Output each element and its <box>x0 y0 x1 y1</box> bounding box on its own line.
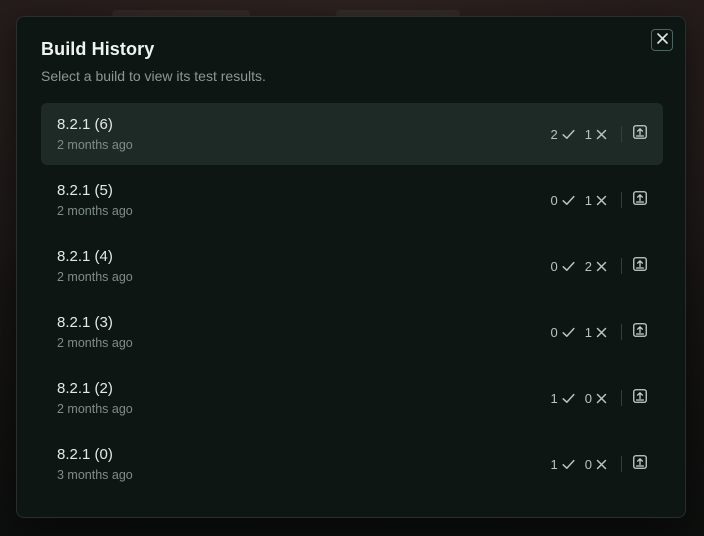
upload-box-icon <box>633 256 647 276</box>
passed-count: 1 <box>551 391 575 406</box>
build-time: 3 months ago <box>57 468 133 482</box>
open-build-button[interactable] <box>633 454 647 474</box>
build-stats: 1 0 <box>551 433 647 495</box>
passed-number: 0 <box>550 324 558 340</box>
build-stats: 2 1 <box>551 103 647 165</box>
failed-number: 0 <box>584 456 592 472</box>
build-name: 8.2.1 (5) <box>57 182 113 199</box>
build-name: 8.2.1 (6) <box>57 116 113 133</box>
passed-number: 2 <box>550 126 558 142</box>
open-build-button[interactable] <box>633 124 647 144</box>
passed-count: 1 <box>551 457 575 472</box>
passed-number: 0 <box>550 258 558 274</box>
build-time: 2 months ago <box>57 138 133 152</box>
failed-count: 1 <box>585 325 607 340</box>
x-icon <box>596 327 607 338</box>
build-stats: 0 1 <box>551 169 647 231</box>
dialog-subtitle: Select a build to view its test results. <box>41 68 266 84</box>
x-icon <box>596 261 607 272</box>
check-icon <box>562 459 575 470</box>
upload-box-icon <box>633 190 647 210</box>
build-row[interactable]: 8.2.1 (2) 2 months ago 1 0 <box>41 367 663 429</box>
divider <box>621 258 622 274</box>
passed-count: 0 <box>551 259 575 274</box>
close-icon <box>656 31 668 49</box>
build-name: 8.2.1 (3) <box>57 314 113 331</box>
failed-count: 2 <box>585 259 607 274</box>
build-stats: 1 0 <box>551 367 647 429</box>
passed-number: 1 <box>550 456 558 472</box>
failed-number: 1 <box>584 324 592 340</box>
check-icon <box>562 327 575 338</box>
build-stats: 0 1 <box>551 301 647 363</box>
build-time: 2 months ago <box>57 336 133 350</box>
build-row[interactable]: 8.2.1 (5) 2 months ago 0 1 <box>41 169 663 231</box>
failed-number: 0 <box>584 390 592 406</box>
divider <box>621 192 622 208</box>
build-name: 8.2.1 (0) <box>57 446 113 463</box>
divider <box>621 456 622 472</box>
build-stats: 0 2 <box>551 235 647 297</box>
x-icon <box>596 195 607 206</box>
build-name: 8.2.1 (4) <box>57 248 113 265</box>
build-time: 2 months ago <box>57 402 133 416</box>
passed-count: 0 <box>551 193 575 208</box>
open-build-button[interactable] <box>633 322 647 342</box>
build-row[interactable]: 8.2.1 (6) 2 months ago 2 1 <box>41 103 663 165</box>
check-icon <box>562 129 575 140</box>
dialog-title: Build History <box>41 39 155 59</box>
upload-box-icon <box>633 388 647 408</box>
upload-box-icon <box>633 454 647 474</box>
x-icon <box>596 393 607 404</box>
open-build-button[interactable] <box>633 190 647 210</box>
x-icon <box>596 129 607 140</box>
open-build-button[interactable] <box>633 256 647 276</box>
divider <box>621 324 622 340</box>
build-row[interactable]: 8.2.1 (4) 2 months ago 0 2 <box>41 235 663 297</box>
failed-count: 0 <box>585 457 607 472</box>
check-icon <box>562 195 575 206</box>
check-icon <box>562 393 575 404</box>
x-icon <box>596 459 607 470</box>
build-history-dialog: Build History Select a build to view its… <box>16 16 686 518</box>
build-list: 8.2.1 (6) 2 months ago 2 1 8.2.1 (5) 2 m… <box>41 103 663 499</box>
failed-count: 1 <box>585 127 607 142</box>
build-name: 8.2.1 (2) <box>57 380 113 397</box>
failed-count: 0 <box>585 391 607 406</box>
check-icon <box>562 261 575 272</box>
build-time: 2 months ago <box>57 270 133 284</box>
divider <box>621 126 622 142</box>
upload-box-icon <box>633 124 647 144</box>
upload-box-icon <box>633 322 647 342</box>
build-time: 2 months ago <box>57 204 133 218</box>
open-build-button[interactable] <box>633 388 647 408</box>
close-button[interactable] <box>651 29 673 51</box>
passed-number: 1 <box>550 390 558 406</box>
failed-number: 1 <box>584 126 592 142</box>
divider <box>621 390 622 406</box>
failed-number: 1 <box>584 192 592 208</box>
passed-count: 2 <box>551 127 575 142</box>
build-row[interactable]: 8.2.1 (3) 2 months ago 0 1 <box>41 301 663 363</box>
passed-count: 0 <box>551 325 575 340</box>
failed-number: 2 <box>584 258 592 274</box>
build-row[interactable]: 8.2.1 (0) 3 months ago 1 0 <box>41 433 663 495</box>
passed-number: 0 <box>550 192 558 208</box>
failed-count: 1 <box>585 193 607 208</box>
